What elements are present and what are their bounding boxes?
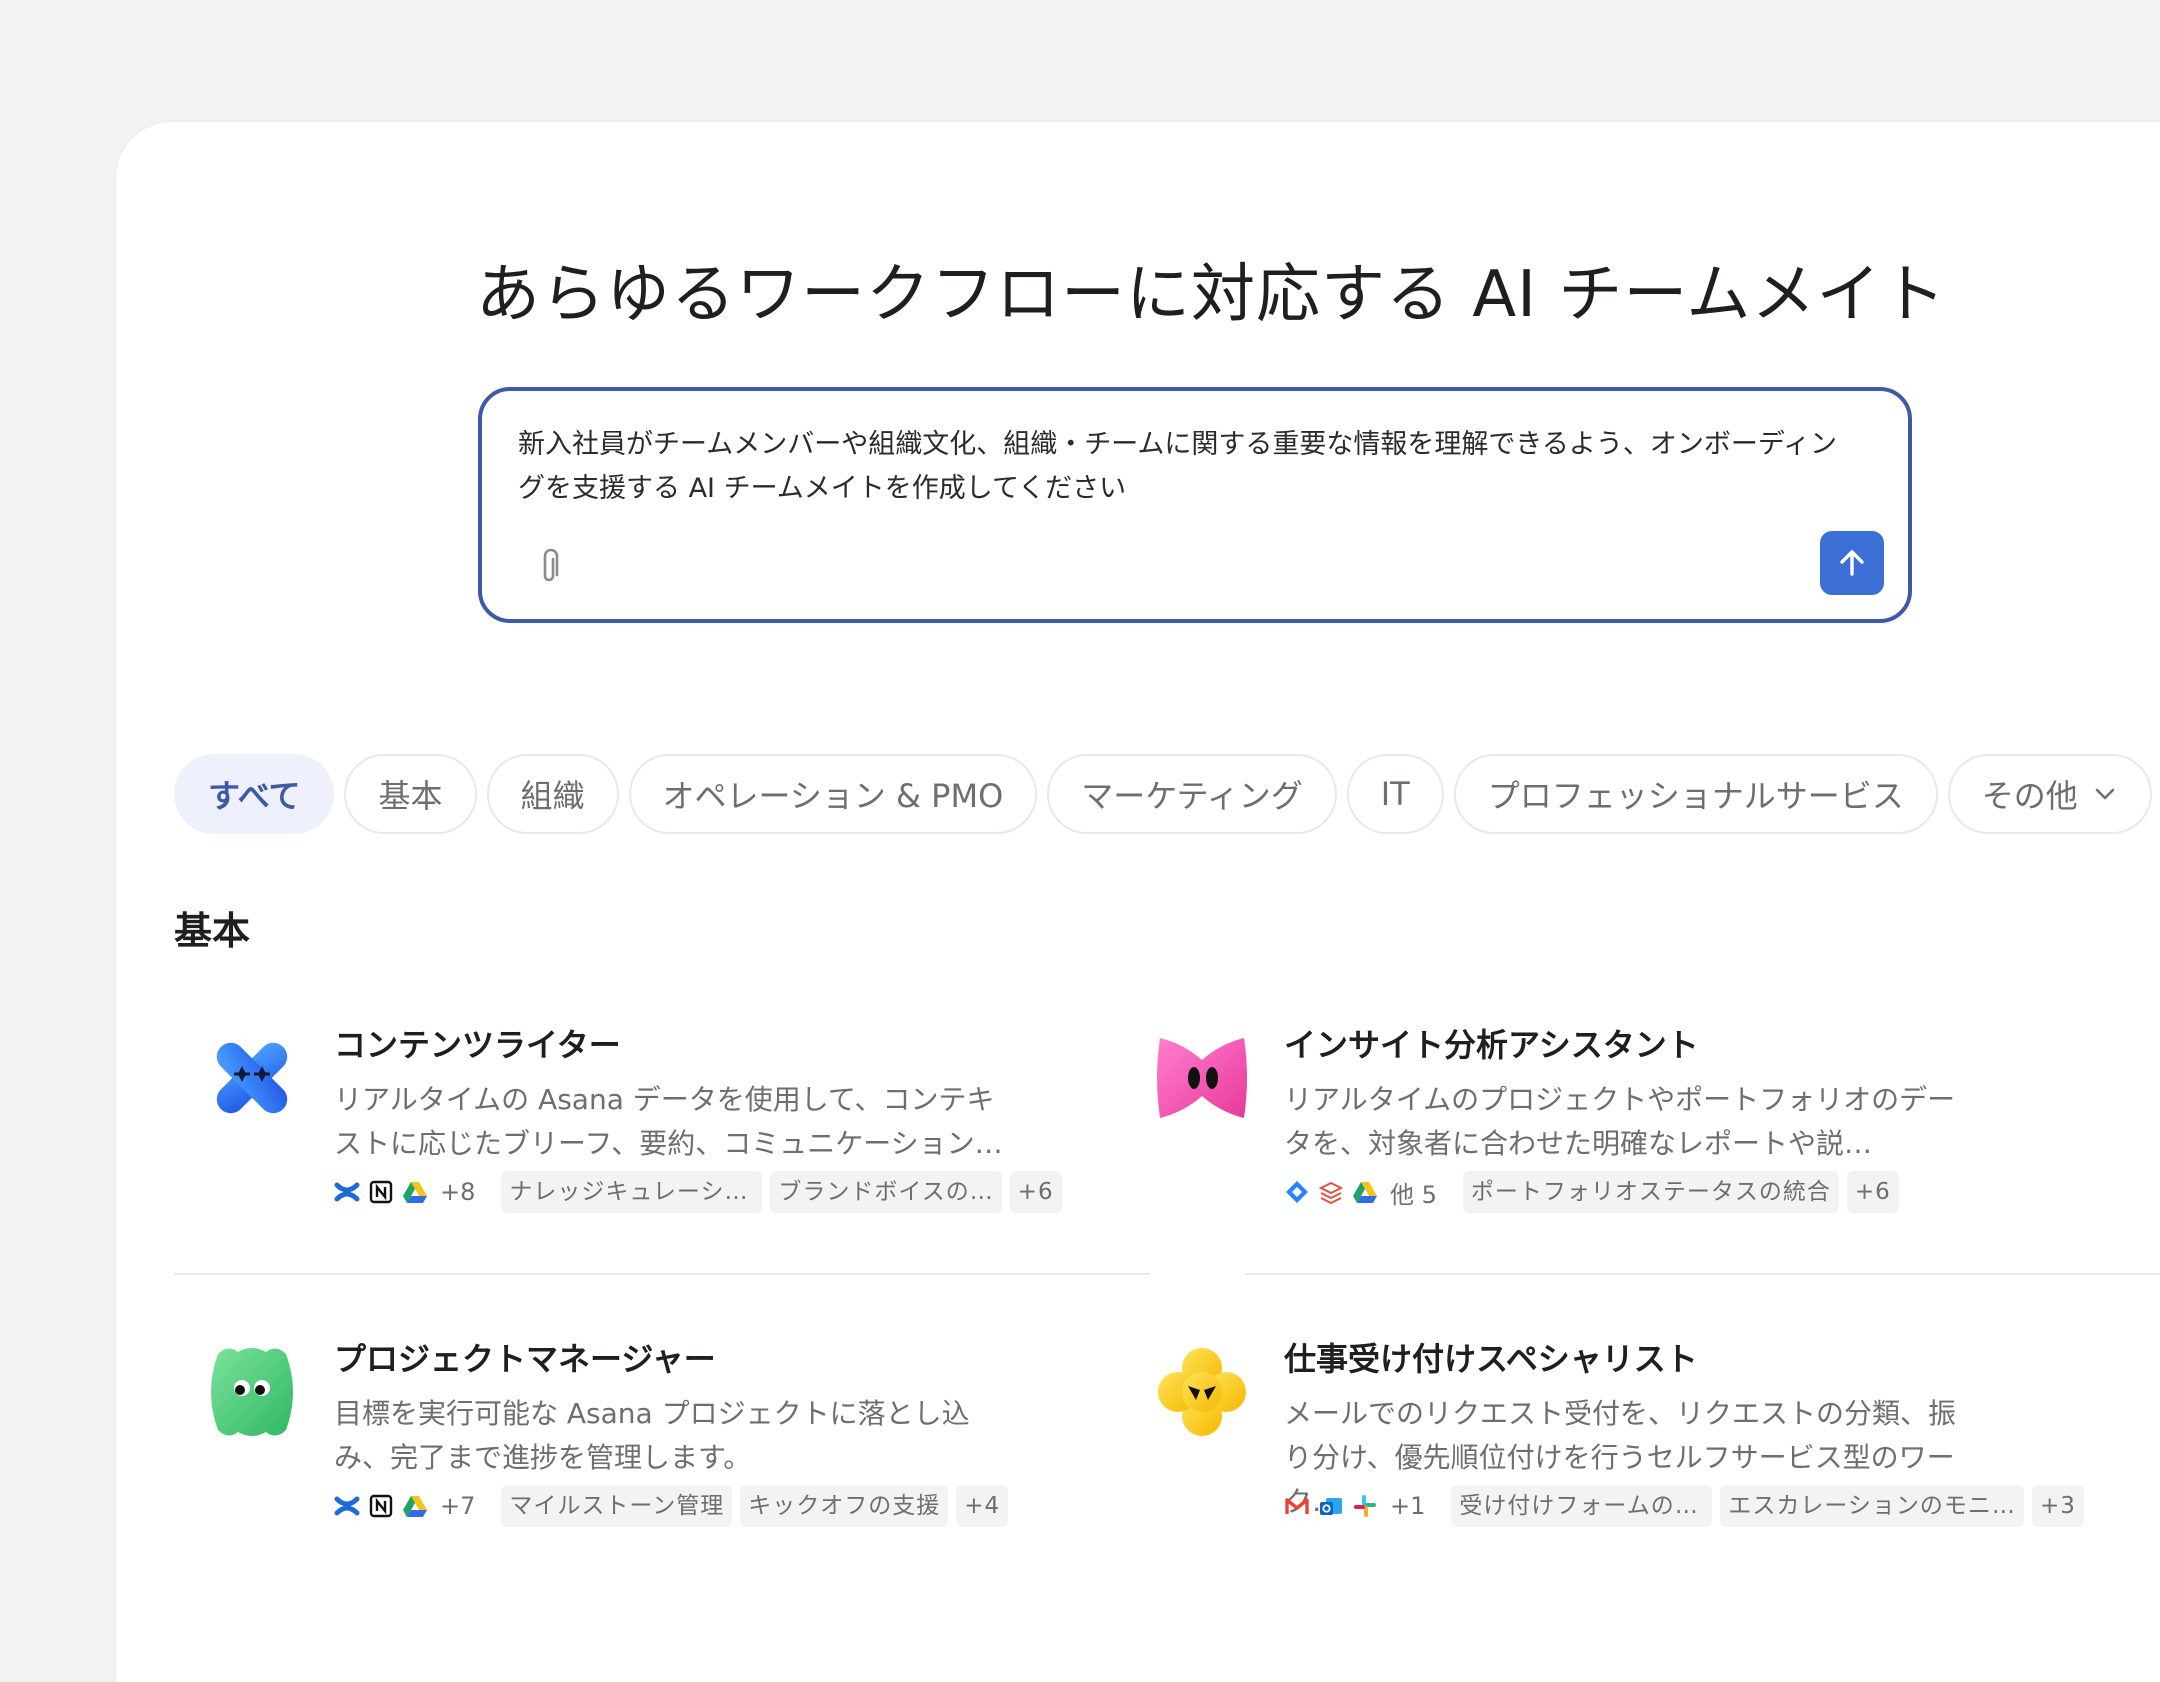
filter-chip-label: IT — [1380, 775, 1410, 813]
card-meta: +1 受け付けフォームの設計 エスカレーションのモニ… +3 — [1284, 1484, 2084, 1528]
card-title: プロジェクトマネージャー — [334, 1340, 716, 1378]
notion-icon — [369, 1180, 393, 1204]
category-filters: すべて 基本 組織 オペレーション & PMO マーケティング IT プロフェッ… — [174, 754, 2152, 834]
card-description: リアルタイムのプロジェクトやポートフォリオのデータを、対象者に合わせた明確なレポ… — [1284, 1083, 1956, 1160]
prompt-box[interactable]: 新入社員がチームメンバーや組織文化、組織・チームに関する重要な情報を理解できるよ… — [478, 387, 1912, 623]
filter-chip-label: すべて — [208, 777, 301, 815]
filter-chip-marketing[interactable]: マーケティング — [1047, 754, 1337, 834]
filter-chip-basic[interactable]: 基本 — [344, 754, 477, 834]
google-drive-icon — [1353, 1182, 1377, 1203]
filter-chip-operations[interactable]: オペレーション & PMO — [628, 754, 1038, 834]
capability-tag: ナレッジキュレーション — [501, 1171, 763, 1213]
card-description: 目標を実行可能な Asana プロジェクトに落とし込み、完了まで進捗を管理します… — [334, 1397, 970, 1474]
card-description: リアルタイムの Asana データを使用して、コンテキストに応じたブリーフ、要約… — [334, 1083, 1003, 1160]
capability-tag: ブランドボイスの… — [770, 1171, 1002, 1213]
stack-icon — [1318, 1181, 1344, 1205]
tags-more-count: +3 — [2031, 1485, 2084, 1527]
filter-chip-all[interactable]: すべて — [174, 754, 335, 834]
filter-chip-label: オペレーション & PMO — [662, 777, 1004, 815]
gmail-icon — [1285, 1498, 1309, 1514]
filter-chip-label: マーケティング — [1081, 777, 1303, 815]
yellow-flower-avatar — [1158, 1348, 1246, 1436]
capability-tag: マイルストーン管理 — [501, 1485, 733, 1527]
confluence-icon — [334, 1496, 360, 1516]
filter-chip-label: 基本 — [378, 777, 443, 815]
tags-more-count: +4 — [956, 1485, 1009, 1527]
tags-more-count: +6 — [1846, 1171, 1899, 1213]
filter-chip-label: プロフェッショナルサービス — [1487, 777, 1904, 815]
teammate-card-content-writer[interactable]: コンテンツライター リアルタイムの Asana データを使用して、コンテキストに… — [174, 1010, 1062, 1240]
slack-icon — [1354, 1495, 1376, 1517]
capability-tag: キックオフの支援 — [740, 1485, 949, 1527]
capability-tag: 受け付けフォームの設計 — [1451, 1485, 1713, 1527]
filter-chip-professional-services[interactable]: プロフェッショナルサービス — [1453, 754, 1938, 834]
filter-chip-label: 組織 — [520, 777, 585, 815]
apps-more-count: +7 — [440, 1492, 476, 1520]
google-drive-icon — [403, 1496, 427, 1517]
prompt-input[interactable]: 新入社員がチームメンバーや組織文化、組織・チームに関する重要な情報を理解できるよ… — [518, 423, 1858, 511]
teammate-card-intake-specialist[interactable]: 仕事受け付けスペシャリスト メールでのリクエスト受付を、リクエストの分類、振り分… — [1124, 1324, 2084, 1554]
blue-x-avatar — [216, 1042, 288, 1114]
google-drive-icon — [403, 1182, 427, 1203]
paperclip-icon[interactable] — [534, 547, 564, 587]
confluence-icon — [334, 1182, 360, 1202]
card-title: インサイト分析アシスタント — [1284, 1026, 1699, 1064]
pink-bow-avatar — [1157, 1038, 1247, 1118]
card-meta: +8 ナレッジキュレーション ブランドボイスの… +6 — [334, 1170, 1062, 1214]
card-meta: 他 5 ポートフォリオステータスの統合 +6 — [1284, 1170, 1899, 1214]
chevron-down-icon — [2095, 788, 2115, 800]
tags-more-count: +6 — [1009, 1171, 1062, 1213]
send-button[interactable] — [1820, 531, 1884, 595]
arrow-up-icon — [1840, 550, 1864, 576]
green-blob-avatar — [211, 1348, 293, 1436]
filter-chip-organization[interactable]: 組織 — [486, 754, 619, 834]
filter-chip-it[interactable]: IT — [1346, 754, 1444, 834]
outlook-icon — [1320, 1498, 1342, 1515]
card-title: 仕事受け付けスペシャリスト — [1284, 1340, 1698, 1378]
teammate-card-project-manager[interactable]: プロジェクトマネージャー 目標を実行可能な Asana プロジェクトに落とし込み… — [174, 1324, 1054, 1554]
divider — [174, 1273, 1150, 1275]
capability-tag: ポートフォリオステータスの統合 — [1462, 1171, 1839, 1213]
filter-chip-other[interactable]: その他 — [1947, 754, 2152, 834]
card-title: コンテンツライター — [334, 1026, 621, 1064]
section-title: 基本 — [174, 909, 251, 953]
card-meta: +7 マイルストーン管理 キックオフの支援 +4 — [334, 1484, 1009, 1528]
teammate-card-insight-analyst[interactable]: インサイト分析アシスタント リアルタイムのプロジェクトやポートフォリオのデータを… — [1124, 1010, 2004, 1240]
apps-more-count: +1 — [1390, 1492, 1426, 1520]
capability-tag: エスカレーションのモニ… — [1720, 1485, 2024, 1527]
notion-icon — [369, 1494, 393, 1518]
filter-chip-label: その他 — [1981, 777, 2078, 815]
jira-icon — [1286, 1181, 1308, 1203]
apps-more-count: +8 — [440, 1178, 476, 1206]
apps-more-count: 他 5 — [1390, 1180, 1437, 1209]
page-title: あらゆるワークフローに対応する AI チームメイト — [476, 258, 1947, 332]
divider — [1245, 1273, 2160, 1275]
